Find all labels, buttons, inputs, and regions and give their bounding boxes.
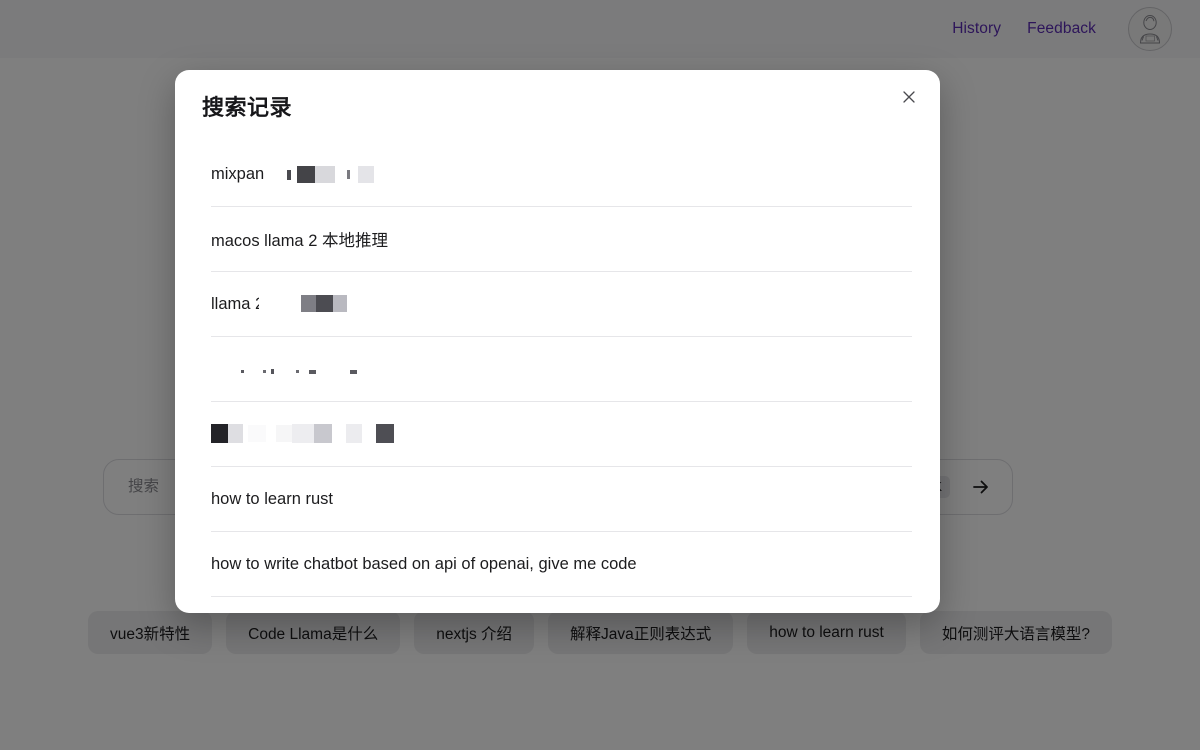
list-item[interactable]: how to write chatbot based on api of ope… — [211, 532, 912, 597]
list-item[interactable]: how to learn rust — [211, 467, 912, 532]
close-icon — [901, 89, 917, 105]
list-item[interactable] — [211, 402, 912, 467]
history-item-text: llama 2 — [211, 294, 265, 313]
list-item[interactable]: macos llama 2 本地推理 — [211, 207, 912, 272]
redaction-mask — [211, 424, 394, 443]
list-item[interactable]: llama 2 — [211, 272, 912, 337]
history-item-text: mixpan — [211, 164, 265, 183]
history-list: mixpan macos llama 2 本地推理 llama 2 how to… — [211, 142, 912, 613]
list-item[interactable]: mixpan — [211, 142, 912, 207]
history-item-text: macos llama 2 本地推理 — [211, 232, 388, 250]
history-item-text: how to write chatbot based on api of ope… — [211, 554, 637, 573]
history-item-text: how to learn rust — [211, 489, 333, 508]
redaction-mask — [279, 166, 374, 183]
search-history-modal: 搜索记录 mixpan macos llama 2 本地推理 llama 2 h… — [175, 70, 940, 613]
modal-title: 搜索记录 — [202, 95, 293, 120]
redaction-mask — [259, 295, 347, 312]
close-button[interactable] — [894, 82, 924, 112]
list-item[interactable] — [211, 337, 912, 402]
redaction-mask — [241, 363, 357, 380]
